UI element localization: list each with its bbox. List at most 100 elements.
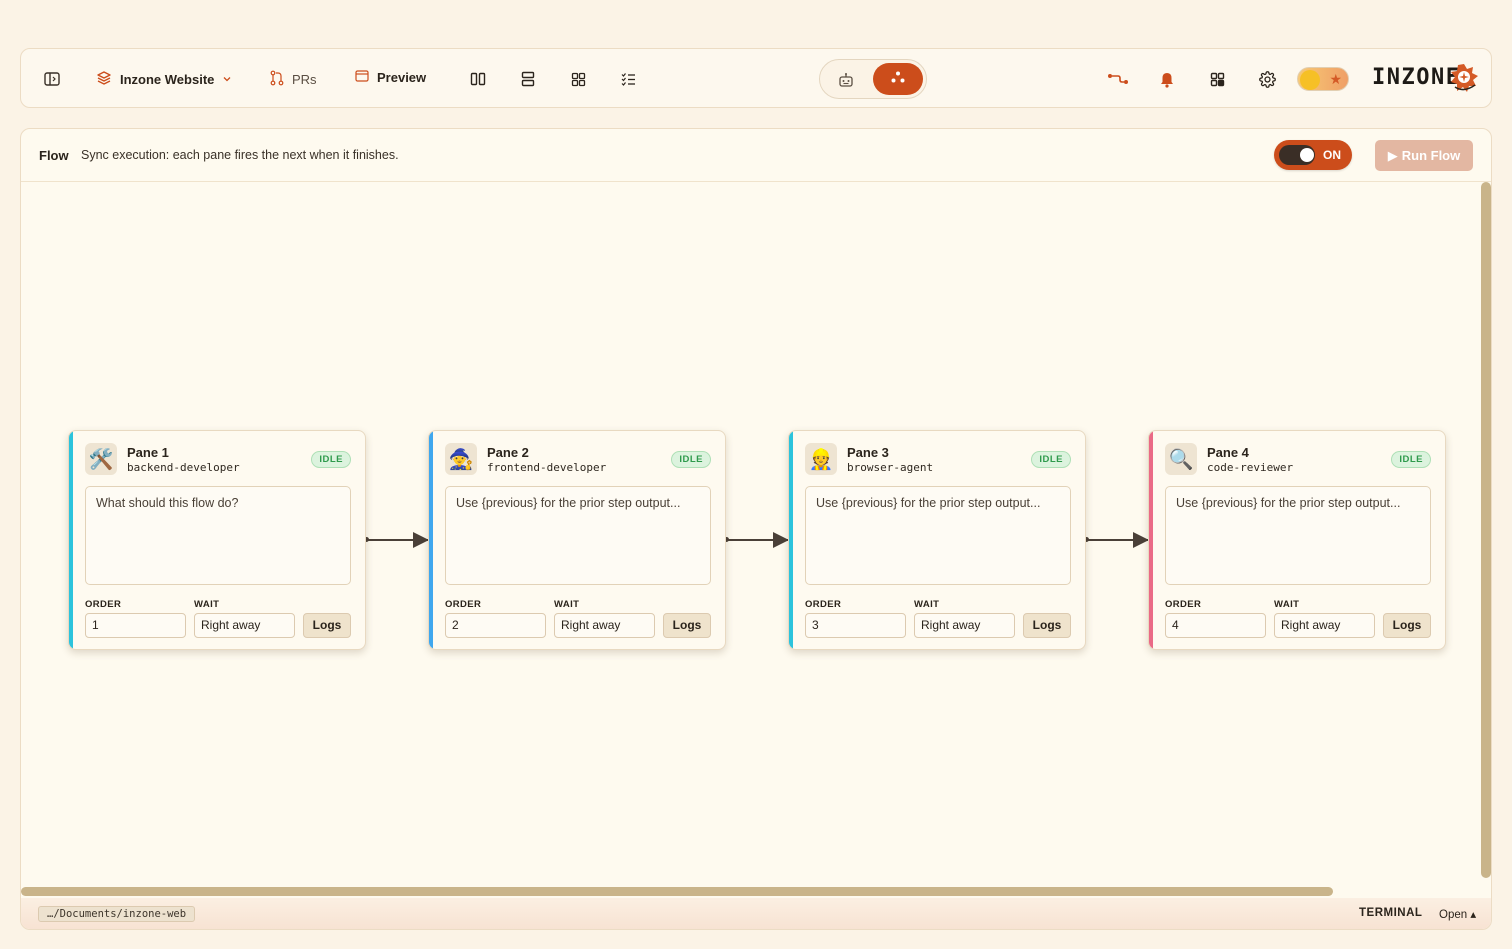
flow-description: Sync execution: each pane fires the next…: [81, 148, 399, 162]
play-icon: ▶: [1387, 147, 1398, 163]
sidebar-toggle-icon[interactable]: [40, 67, 64, 91]
brand-logo-text: INZONE: [1372, 65, 1461, 90]
sun-icon: [1300, 70, 1320, 90]
pane-accent-bar: [69, 431, 73, 649]
wait-select[interactable]: Right away: [194, 613, 295, 638]
top-toolbar: Inzone Website PRs Preview ★ INZONE: [20, 48, 1492, 108]
preview-label: Preview: [377, 70, 427, 85]
brand-logo-icon: [1449, 63, 1479, 93]
status-badge: IDLE: [1031, 451, 1071, 468]
wait-label: WAIT: [554, 599, 580, 610]
star-icon: ★: [1329, 71, 1342, 87]
terminal-footer: …/Documents/inzone-web TERMINAL Open ▴: [21, 898, 1491, 929]
pane-card-4: 🔍 Pane 4 code-reviewer IDLE Use {previou…: [1148, 430, 1446, 650]
project-selector[interactable]: Inzone Website: [96, 70, 232, 89]
pane-card-1: 🛠️ Pane 1 backend-developer IDLE What sh…: [68, 430, 366, 650]
flow-enabled-toggle[interactable]: ON: [1274, 140, 1352, 170]
layout-columns-icon[interactable]: [466, 67, 490, 91]
flow-connector: [1084, 532, 1149, 548]
logs-button[interactable]: Logs: [303, 613, 351, 638]
run-flow-label: Run Flow: [1401, 148, 1461, 163]
flow-header: Flow Sync execution: each pane fires the…: [21, 129, 1491, 182]
flow-title: Flow: [39, 148, 69, 163]
pane-title: Pane 1: [127, 445, 169, 460]
prompt-input[interactable]: Use {previous} for the prior step output…: [1165, 486, 1431, 585]
git-pull-request-icon: [270, 70, 284, 89]
gear-icon[interactable]: [1255, 67, 1279, 91]
pane-accent-bar: [1149, 431, 1153, 649]
prompt-input[interactable]: Use {previous} for the prior step output…: [805, 486, 1071, 585]
toggle-label: ON: [1323, 148, 1341, 162]
pane-role: backend-developer: [127, 461, 240, 474]
order-input[interactable]: 4: [1165, 613, 1266, 638]
logs-button[interactable]: Logs: [1383, 613, 1431, 638]
wizard-icon: 🧙: [445, 443, 477, 475]
working-directory: …/Documents/inzone-web: [38, 906, 196, 922]
order-input[interactable]: 1: [85, 613, 186, 638]
toggle-knob: [1300, 148, 1314, 162]
layers-icon: [96, 70, 112, 89]
pane-title: Pane 4: [1207, 445, 1249, 460]
worker-icon: 👷: [805, 443, 837, 475]
terminal-label: TERMINAL: [1359, 907, 1423, 919]
robot-icon[interactable]: [834, 68, 858, 92]
vertical-scrollbar[interactable]: [1481, 182, 1491, 878]
preview-tab[interactable]: Preview: [355, 70, 426, 85]
pane-role: frontend-developer: [487, 461, 607, 474]
magnifier-icon: 🔍: [1165, 443, 1197, 475]
project-name: Inzone Website: [120, 72, 215, 87]
layout-grid-icon[interactable]: [566, 67, 590, 91]
wait-select[interactable]: Right away: [914, 613, 1015, 638]
pane-role: browser-agent: [847, 461, 934, 474]
wait-select[interactable]: Right away: [1274, 613, 1375, 638]
checklist-icon[interactable]: [616, 67, 640, 91]
wait-label: WAIT: [194, 599, 220, 610]
flow-connector: [724, 532, 789, 548]
prompt-input[interactable]: What should this flow do?: [85, 486, 351, 585]
status-badge: IDLE: [311, 451, 351, 468]
order-label: ORDER: [445, 599, 482, 610]
prs-tab[interactable]: PRs: [270, 70, 317, 89]
order-label: ORDER: [85, 599, 122, 610]
prs-label: PRs: [292, 72, 317, 87]
flow-panel: Flow Sync execution: each pane fires the…: [20, 128, 1492, 930]
terminal-open-button[interactable]: Open ▴: [1439, 907, 1476, 921]
wait-select[interactable]: Right away: [554, 613, 655, 638]
apps-grid-icon[interactable]: [1205, 67, 1229, 91]
pane-accent-bar: [789, 431, 793, 649]
status-badge: IDLE: [1391, 451, 1431, 468]
layout-rows-icon[interactable]: [516, 67, 540, 91]
tools-icon: 🛠️: [85, 443, 117, 475]
order-label: ORDER: [1165, 599, 1202, 610]
order-input[interactable]: 2: [445, 613, 546, 638]
pane-accent-bar: [429, 431, 433, 649]
logs-button[interactable]: Logs: [1023, 613, 1071, 638]
flow-mode-button[interactable]: [873, 63, 923, 95]
mode-switch: [819, 59, 927, 99]
flow-nodes-icon: [890, 70, 906, 89]
theme-toggle[interactable]: ★: [1297, 67, 1349, 91]
wait-label: WAIT: [914, 599, 940, 610]
pane-card-2: 🧙 Pane 2 frontend-developer IDLE Use {pr…: [428, 430, 726, 650]
logs-button[interactable]: Logs: [663, 613, 711, 638]
status-badge: IDLE: [671, 451, 711, 468]
order-label: ORDER: [805, 599, 842, 610]
flow-connector: [364, 532, 429, 548]
pane-title: Pane 2: [487, 445, 529, 460]
toggle-track: [1279, 145, 1315, 165]
pane-title: Pane 3: [847, 445, 889, 460]
browser-window-icon: [355, 70, 369, 85]
horizontal-scrollbar[interactable]: [21, 887, 1333, 896]
git-branch-icon[interactable]: [1106, 67, 1130, 91]
run-flow-button[interactable]: ▶ Run Flow: [1375, 140, 1473, 171]
order-input[interactable]: 3: [805, 613, 906, 638]
arrow-head-icon: [773, 532, 789, 548]
pane-card-3: 👷 Pane 3 browser-agent IDLE Use {previou…: [788, 430, 1086, 650]
wait-label: WAIT: [1274, 599, 1300, 610]
chevron-down-icon: [222, 72, 232, 87]
prompt-input[interactable]: Use {previous} for the prior step output…: [445, 486, 711, 585]
arrow-head-icon: [413, 532, 429, 548]
arrow-head-icon: [1133, 532, 1149, 548]
bell-icon[interactable]: [1155, 67, 1179, 91]
pane-role: code-reviewer: [1207, 461, 1294, 474]
